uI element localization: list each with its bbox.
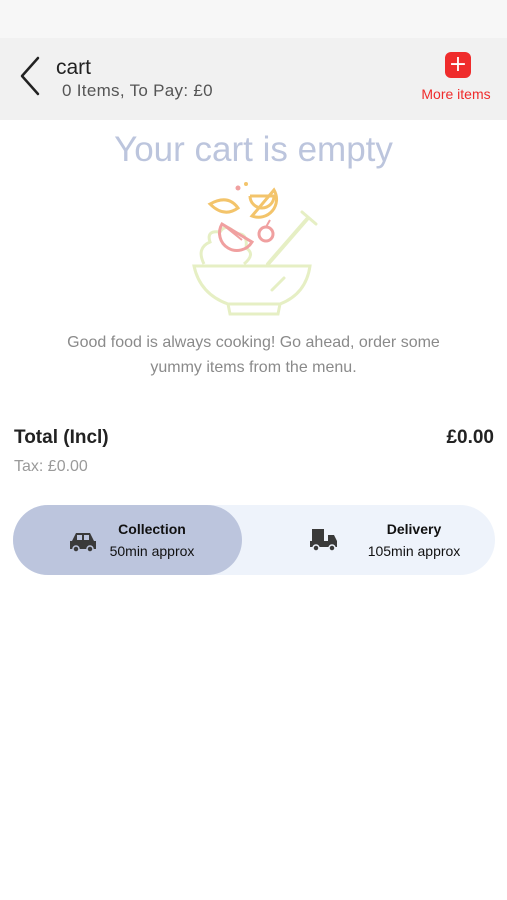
chevron-left-icon xyxy=(20,56,40,96)
delivery-time: 105min approx xyxy=(367,543,461,559)
page-title: cart xyxy=(56,56,92,79)
tax-amount: Tax: £0.00 xyxy=(14,458,88,475)
total-value: £0.00 xyxy=(446,427,494,448)
status-bar xyxy=(0,0,507,38)
salad-bowl-illustration xyxy=(192,182,318,316)
collection-time: 50min approx xyxy=(109,543,195,559)
delivery-option[interactable]: Delivery 105min approx xyxy=(254,505,495,575)
back-button[interactable] xyxy=(14,54,48,98)
empty-cart-title: Your cart is empty xyxy=(114,130,393,169)
cart-header: cart 0 Items, To Pay: £0 + More items xyxy=(0,38,507,120)
collection-option[interactable]: Collection 50min approx xyxy=(13,505,242,575)
more-items-button[interactable]: + More items xyxy=(415,52,495,108)
total-label: Total (Incl) xyxy=(14,427,109,448)
cart-summary: 0 Items, To Pay: £0 xyxy=(62,81,213,100)
plus-icon: + xyxy=(445,52,471,78)
more-items-label: More items xyxy=(421,86,491,102)
collection-label: Collection xyxy=(118,521,186,537)
fulfilment-toggle: Collection 50min approx Delivery 105min … xyxy=(13,505,495,575)
delivery-label: Delivery xyxy=(386,521,442,537)
empty-cart-message: Good food is always cooking! Go ahead, o… xyxy=(67,334,440,376)
delivery-truck-icon xyxy=(310,529,337,552)
car-icon xyxy=(70,533,96,553)
